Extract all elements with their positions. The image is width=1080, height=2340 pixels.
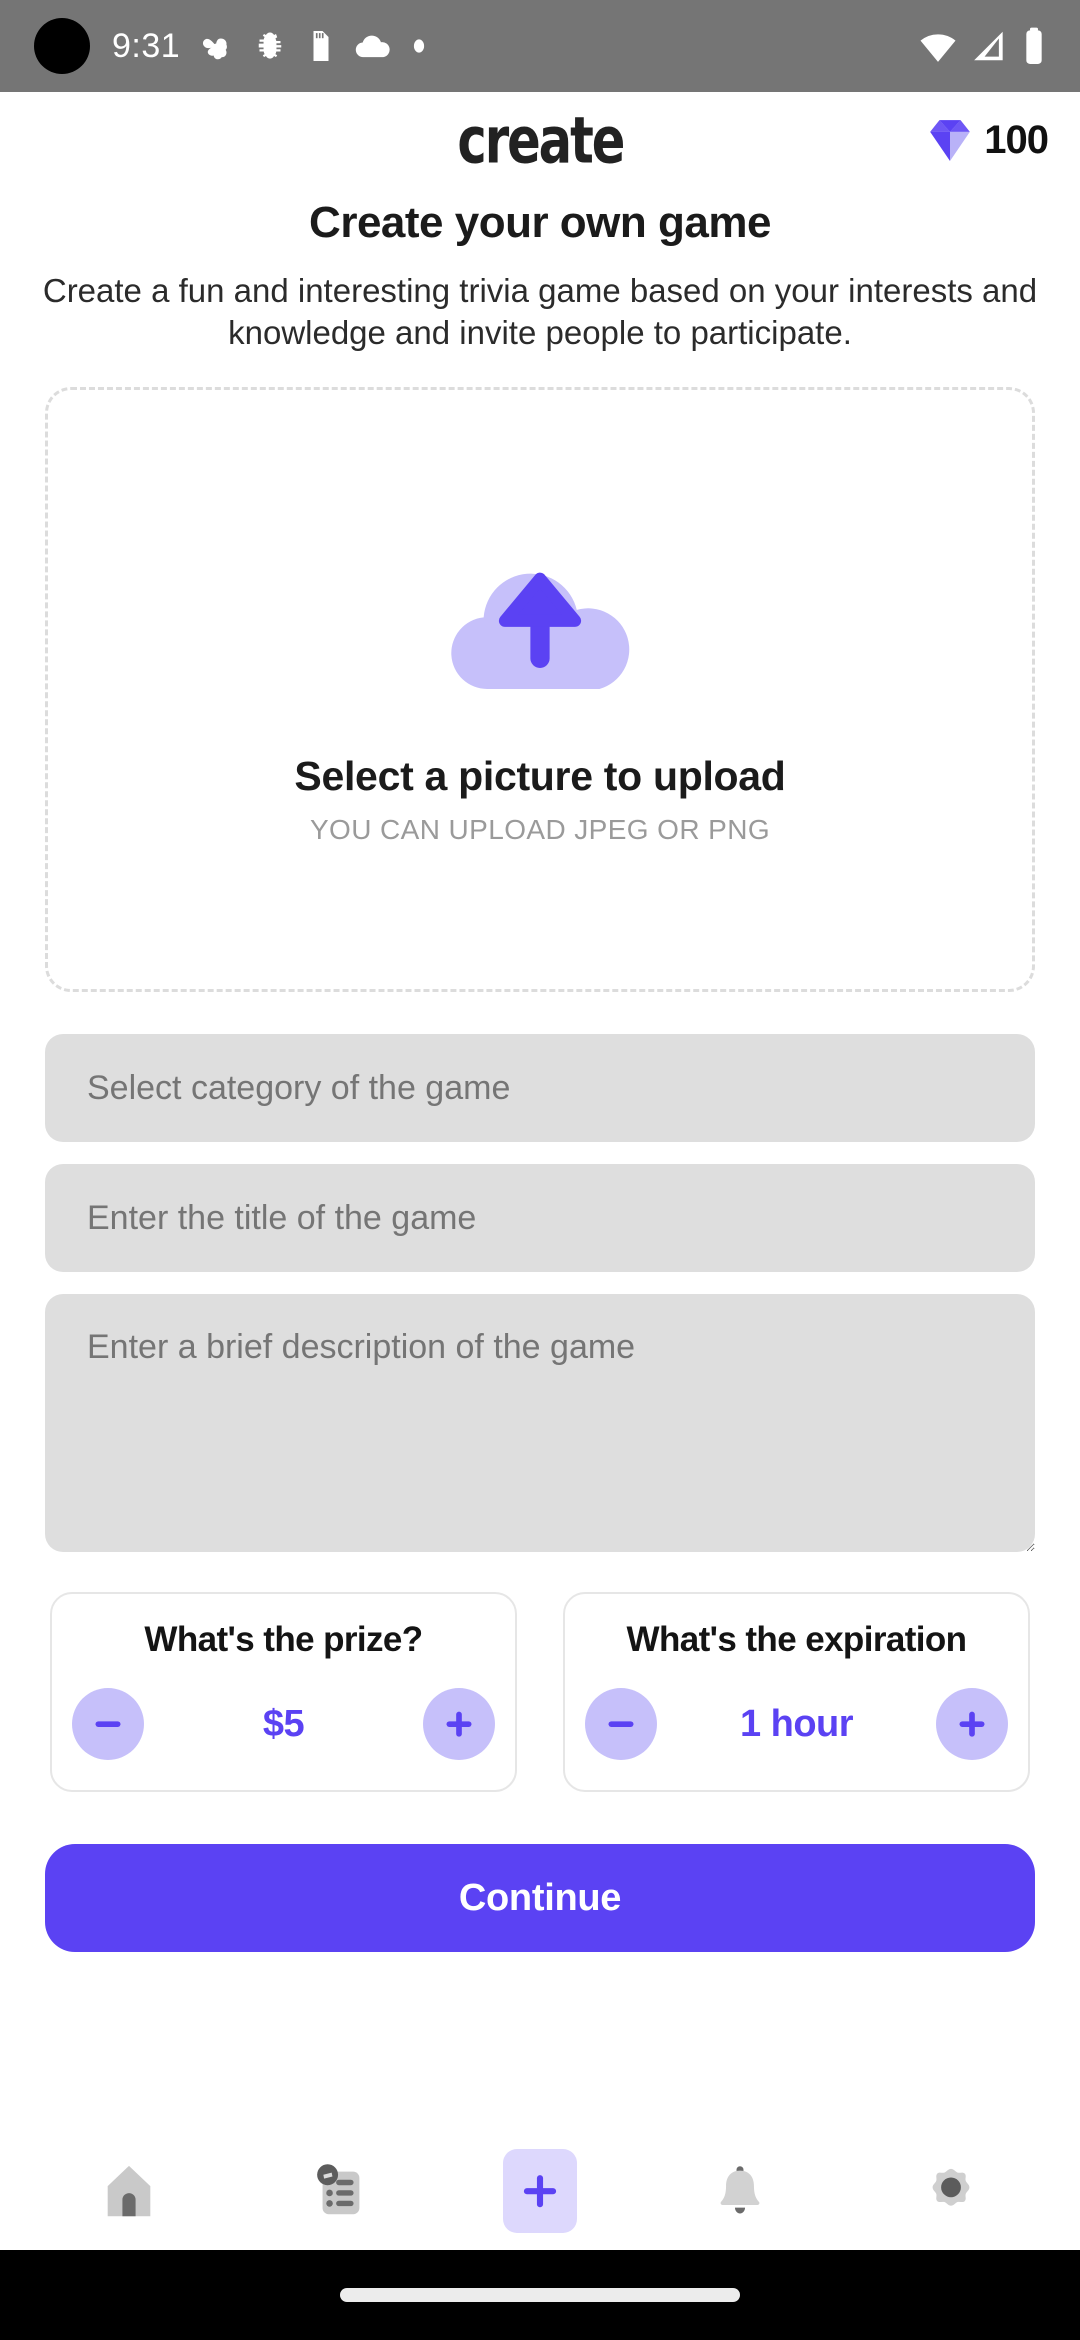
status-bar-clock: 9:31 xyxy=(112,27,181,65)
expiration-stepper-row: 1 hour xyxy=(585,1688,1008,1761)
nav-item-notifications[interactable] xyxy=(692,2143,788,2239)
dropzone-title: Select a picture to upload xyxy=(294,752,786,799)
title-input[interactable] xyxy=(45,1164,1035,1273)
status-bar: 9:31 xyxy=(0,0,1080,92)
gear-icon xyxy=(932,2168,969,2206)
prize-decrement-button[interactable] xyxy=(72,1688,144,1761)
camera-punch-hole xyxy=(34,18,90,74)
diamond-icon xyxy=(930,120,971,161)
sd-card-icon xyxy=(313,31,329,61)
status-bar-right xyxy=(918,26,1046,66)
system-gesture-bar xyxy=(0,2250,1080,2340)
dropzone-hint: YOU CAN UPLOAD JPEG OR PNG xyxy=(309,813,771,845)
app-logo: create xyxy=(457,102,625,178)
stepper-cards: What's the prize? $5 What's the expirati… xyxy=(50,1592,1030,1793)
expiration-decrement-button[interactable] xyxy=(585,1688,657,1761)
prize-stepper-card: What's the prize? $5 xyxy=(50,1592,517,1793)
fan-icon xyxy=(203,38,228,60)
nav-item-quizzes[interactable] xyxy=(292,2143,388,2239)
page-subtitle: Create a fun and interesting trivia game… xyxy=(42,272,1038,351)
prize-increment-button[interactable] xyxy=(423,1688,495,1761)
expiration-value: 1 hour xyxy=(739,1702,854,1745)
coin-balance[interactable]: 100 xyxy=(922,112,1049,168)
bug-icon xyxy=(258,32,282,59)
app-header: create 100 xyxy=(0,92,1080,188)
clipboard-list-icon xyxy=(317,2164,360,2215)
wifi-icon xyxy=(920,34,956,62)
coin-count-label: 100 xyxy=(984,117,1049,162)
cloud-icon xyxy=(355,35,390,58)
bell-icon xyxy=(720,2166,760,2214)
continue-button[interactable]: Continue xyxy=(45,1844,1035,1953)
plus-icon xyxy=(446,1711,472,1737)
dot-icon xyxy=(414,39,425,53)
expiration-stepper-card: What's the expiration 1 hour xyxy=(563,1592,1030,1793)
expiration-card-title: What's the expiration xyxy=(626,1620,968,1660)
image-upload-dropzone[interactable]: Select a picture to upload YOU CAN UPLOA… xyxy=(45,387,1035,993)
game-form xyxy=(45,1034,1035,1574)
signal-icon xyxy=(974,31,1003,61)
prize-card-title: What's the prize? xyxy=(144,1620,423,1660)
category-select-input[interactable] xyxy=(45,1034,1035,1143)
description-textarea[interactable] xyxy=(45,1294,1035,1553)
page-title: Create your own game xyxy=(309,198,771,247)
nav-item-settings[interactable] xyxy=(903,2143,999,2239)
app-content: create 100 Create your own game Create a… xyxy=(0,92,1080,2250)
minus-icon xyxy=(95,1721,121,1728)
expiration-increment-button[interactable] xyxy=(936,1688,1008,1761)
nav-item-create[interactable] xyxy=(502,2149,577,2233)
status-bar-left: 9:31 xyxy=(112,28,428,64)
prize-stepper-row: $5 xyxy=(72,1688,495,1761)
nav-item-home[interactable] xyxy=(81,2143,177,2239)
home-indicator[interactable] xyxy=(340,2288,740,2302)
cloud-upload-icon xyxy=(435,534,645,709)
bottom-navigation xyxy=(0,2132,1080,2250)
prize-value: $5 xyxy=(262,1702,305,1745)
plus-icon xyxy=(523,2175,557,2208)
minus-icon xyxy=(608,1721,634,1728)
phone-screen: 9:31 create 100 Create your own game Cre… xyxy=(0,0,1080,2340)
home-icon xyxy=(108,2165,151,2217)
plus-icon xyxy=(959,1711,985,1737)
battery-icon xyxy=(1026,27,1042,64)
